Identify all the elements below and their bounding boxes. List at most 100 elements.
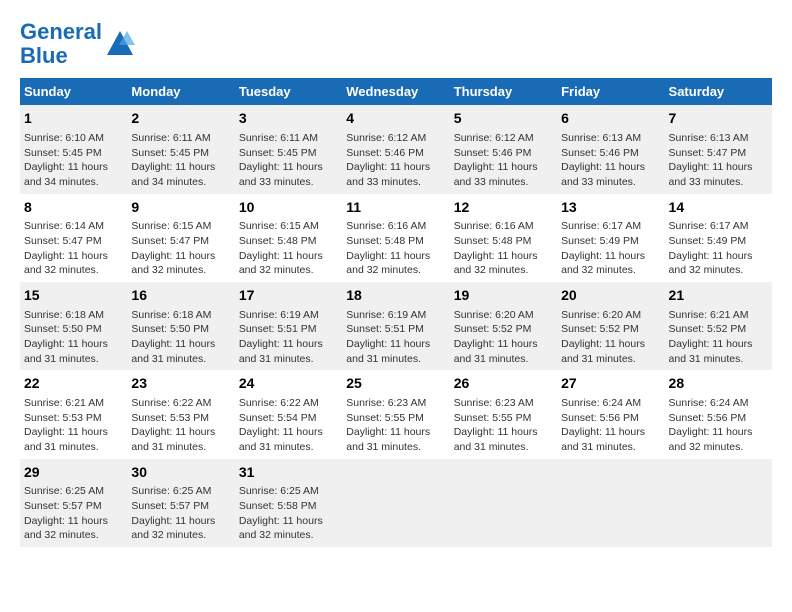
day-info: Sunrise: 6:12 AM Sunset: 5:46 PM Dayligh… xyxy=(346,131,445,190)
day-cell: 30Sunrise: 6:25 AM Sunset: 5:57 PM Dayli… xyxy=(127,459,234,547)
header-monday: Monday xyxy=(127,78,234,105)
header-sunday: Sunday xyxy=(20,78,127,105)
day-info: Sunrise: 6:10 AM Sunset: 5:45 PM Dayligh… xyxy=(24,131,123,190)
header-thursday: Thursday xyxy=(450,78,557,105)
day-info: Sunrise: 6:23 AM Sunset: 5:55 PM Dayligh… xyxy=(346,396,445,455)
day-number: 2 xyxy=(131,109,230,129)
week-row-3: 15Sunrise: 6:18 AM Sunset: 5:50 PM Dayli… xyxy=(20,282,772,370)
day-number: 16 xyxy=(131,286,230,306)
day-number: 20 xyxy=(561,286,660,306)
day-info: Sunrise: 6:25 AM Sunset: 5:57 PM Dayligh… xyxy=(131,484,230,543)
day-cell: 22Sunrise: 6:21 AM Sunset: 5:53 PM Dayli… xyxy=(20,370,127,458)
day-cell: 11Sunrise: 6:16 AM Sunset: 5:48 PM Dayli… xyxy=(342,194,449,282)
day-info: Sunrise: 6:20 AM Sunset: 5:52 PM Dayligh… xyxy=(454,308,553,367)
day-info: Sunrise: 6:24 AM Sunset: 5:56 PM Dayligh… xyxy=(669,396,768,455)
day-cell: 14Sunrise: 6:17 AM Sunset: 5:49 PM Dayli… xyxy=(665,194,772,282)
header-tuesday: Tuesday xyxy=(235,78,342,105)
day-number: 27 xyxy=(561,374,660,394)
day-number: 24 xyxy=(239,374,338,394)
day-info: Sunrise: 6:13 AM Sunset: 5:47 PM Dayligh… xyxy=(669,131,768,190)
day-cell: 31Sunrise: 6:25 AM Sunset: 5:58 PM Dayli… xyxy=(235,459,342,547)
day-number: 30 xyxy=(131,463,230,483)
day-cell: 20Sunrise: 6:20 AM Sunset: 5:52 PM Dayli… xyxy=(557,282,664,370)
day-cell: 19Sunrise: 6:20 AM Sunset: 5:52 PM Dayli… xyxy=(450,282,557,370)
day-cell: 28Sunrise: 6:24 AM Sunset: 5:56 PM Dayli… xyxy=(665,370,772,458)
day-info: Sunrise: 6:25 AM Sunset: 5:57 PM Dayligh… xyxy=(24,484,123,543)
day-number: 11 xyxy=(346,198,445,218)
week-row-5: 29Sunrise: 6:25 AM Sunset: 5:57 PM Dayli… xyxy=(20,459,772,547)
day-cell: 5Sunrise: 6:12 AM Sunset: 5:46 PM Daylig… xyxy=(450,105,557,193)
day-number: 4 xyxy=(346,109,445,129)
day-number: 12 xyxy=(454,198,553,218)
day-number: 21 xyxy=(669,286,768,306)
day-number: 31 xyxy=(239,463,338,483)
day-number: 28 xyxy=(669,374,768,394)
day-info: Sunrise: 6:17 AM Sunset: 5:49 PM Dayligh… xyxy=(669,219,768,278)
day-info: Sunrise: 6:15 AM Sunset: 5:48 PM Dayligh… xyxy=(239,219,338,278)
day-info: Sunrise: 6:25 AM Sunset: 5:58 PM Dayligh… xyxy=(239,484,338,543)
day-number: 22 xyxy=(24,374,123,394)
header-wednesday: Wednesday xyxy=(342,78,449,105)
day-cell xyxy=(450,459,557,547)
logo-text: GeneralBlue xyxy=(20,20,102,68)
day-number: 18 xyxy=(346,286,445,306)
day-info: Sunrise: 6:16 AM Sunset: 5:48 PM Dayligh… xyxy=(346,219,445,278)
day-number: 14 xyxy=(669,198,768,218)
day-info: Sunrise: 6:18 AM Sunset: 5:50 PM Dayligh… xyxy=(24,308,123,367)
day-cell: 13Sunrise: 6:17 AM Sunset: 5:49 PM Dayli… xyxy=(557,194,664,282)
day-number: 1 xyxy=(24,109,123,129)
day-info: Sunrise: 6:23 AM Sunset: 5:55 PM Dayligh… xyxy=(454,396,553,455)
day-number: 19 xyxy=(454,286,553,306)
day-cell: 26Sunrise: 6:23 AM Sunset: 5:55 PM Dayli… xyxy=(450,370,557,458)
day-info: Sunrise: 6:22 AM Sunset: 5:54 PM Dayligh… xyxy=(239,396,338,455)
day-number: 8 xyxy=(24,198,123,218)
day-info: Sunrise: 6:21 AM Sunset: 5:52 PM Dayligh… xyxy=(669,308,768,367)
day-info: Sunrise: 6:13 AM Sunset: 5:46 PM Dayligh… xyxy=(561,131,660,190)
day-cell: 4Sunrise: 6:12 AM Sunset: 5:46 PM Daylig… xyxy=(342,105,449,193)
day-cell: 3Sunrise: 6:11 AM Sunset: 5:45 PM Daylig… xyxy=(235,105,342,193)
day-number: 23 xyxy=(131,374,230,394)
day-cell: 18Sunrise: 6:19 AM Sunset: 5:51 PM Dayli… xyxy=(342,282,449,370)
day-number: 15 xyxy=(24,286,123,306)
day-cell: 12Sunrise: 6:16 AM Sunset: 5:48 PM Dayli… xyxy=(450,194,557,282)
day-cell: 21Sunrise: 6:21 AM Sunset: 5:52 PM Dayli… xyxy=(665,282,772,370)
calendar-header-row: SundayMondayTuesdayWednesdayThursdayFrid… xyxy=(20,78,772,105)
day-number: 7 xyxy=(669,109,768,129)
day-number: 10 xyxy=(239,198,338,218)
day-cell: 24Sunrise: 6:22 AM Sunset: 5:54 PM Dayli… xyxy=(235,370,342,458)
day-number: 9 xyxy=(131,198,230,218)
day-info: Sunrise: 6:21 AM Sunset: 5:53 PM Dayligh… xyxy=(24,396,123,455)
header-friday: Friday xyxy=(557,78,664,105)
day-info: Sunrise: 6:18 AM Sunset: 5:50 PM Dayligh… xyxy=(131,308,230,367)
day-info: Sunrise: 6:12 AM Sunset: 5:46 PM Dayligh… xyxy=(454,131,553,190)
day-cell: 1Sunrise: 6:10 AM Sunset: 5:45 PM Daylig… xyxy=(20,105,127,193)
day-cell: 16Sunrise: 6:18 AM Sunset: 5:50 PM Dayli… xyxy=(127,282,234,370)
calendar-table: SundayMondayTuesdayWednesdayThursdayFrid… xyxy=(20,78,772,547)
day-number: 25 xyxy=(346,374,445,394)
day-info: Sunrise: 6:15 AM Sunset: 5:47 PM Dayligh… xyxy=(131,219,230,278)
day-number: 3 xyxy=(239,109,338,129)
day-info: Sunrise: 6:19 AM Sunset: 5:51 PM Dayligh… xyxy=(239,308,338,367)
day-cell xyxy=(342,459,449,547)
day-number: 26 xyxy=(454,374,553,394)
header-saturday: Saturday xyxy=(665,78,772,105)
day-cell: 7Sunrise: 6:13 AM Sunset: 5:47 PM Daylig… xyxy=(665,105,772,193)
day-cell: 10Sunrise: 6:15 AM Sunset: 5:48 PM Dayli… xyxy=(235,194,342,282)
day-number: 29 xyxy=(24,463,123,483)
day-cell xyxy=(665,459,772,547)
day-number: 6 xyxy=(561,109,660,129)
day-cell: 15Sunrise: 6:18 AM Sunset: 5:50 PM Dayli… xyxy=(20,282,127,370)
day-info: Sunrise: 6:14 AM Sunset: 5:47 PM Dayligh… xyxy=(24,219,123,278)
logo: GeneralBlue xyxy=(20,20,135,68)
day-cell: 2Sunrise: 6:11 AM Sunset: 5:45 PM Daylig… xyxy=(127,105,234,193)
week-row-4: 22Sunrise: 6:21 AM Sunset: 5:53 PM Dayli… xyxy=(20,370,772,458)
day-info: Sunrise: 6:22 AM Sunset: 5:53 PM Dayligh… xyxy=(131,396,230,455)
day-cell: 6Sunrise: 6:13 AM Sunset: 5:46 PM Daylig… xyxy=(557,105,664,193)
day-info: Sunrise: 6:16 AM Sunset: 5:48 PM Dayligh… xyxy=(454,219,553,278)
day-cell: 27Sunrise: 6:24 AM Sunset: 5:56 PM Dayli… xyxy=(557,370,664,458)
day-cell: 23Sunrise: 6:22 AM Sunset: 5:53 PM Dayli… xyxy=(127,370,234,458)
week-row-1: 1Sunrise: 6:10 AM Sunset: 5:45 PM Daylig… xyxy=(20,105,772,193)
day-cell: 17Sunrise: 6:19 AM Sunset: 5:51 PM Dayli… xyxy=(235,282,342,370)
day-cell xyxy=(557,459,664,547)
logo-icon xyxy=(105,29,135,59)
